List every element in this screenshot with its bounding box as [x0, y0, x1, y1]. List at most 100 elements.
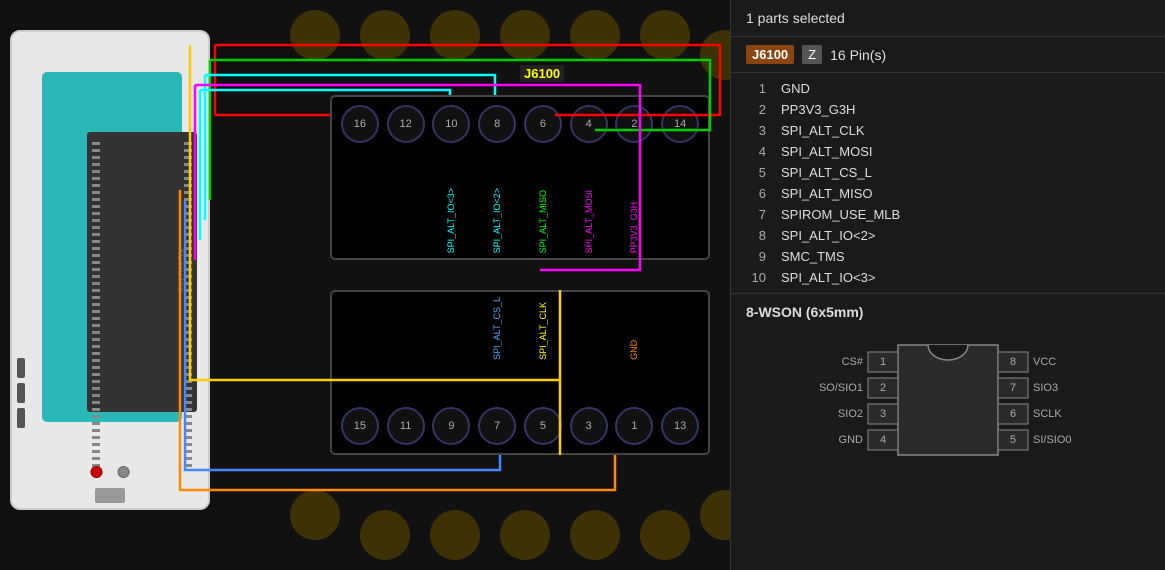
- bg-dot: [700, 490, 730, 540]
- led-red: [91, 466, 103, 478]
- list-item: 5 SPI_ALT_CS_L: [731, 162, 1165, 183]
- pin-name: SPIROM_USE_MLB: [781, 207, 900, 222]
- part-header: J6100 Z 16 Pin(s): [731, 37, 1165, 73]
- svg-text:3: 3: [880, 408, 886, 420]
- pin-15: 15: [341, 407, 379, 445]
- pin-name: GND: [781, 81, 810, 96]
- svg-text:GND: GND: [839, 434, 864, 446]
- chip-label: J6100: [520, 65, 564, 82]
- list-item: 7 SPIROM_USE_MLB: [731, 204, 1165, 225]
- svg-text:5: 5: [1010, 434, 1016, 446]
- bg-dot: [570, 10, 620, 60]
- pin-number: 1: [746, 81, 766, 96]
- pin-11: 11: [387, 407, 425, 445]
- pin-name: SPI_ALT_IO<3>: [781, 270, 875, 285]
- svg-text:SIO3: SIO3: [1033, 382, 1058, 394]
- pin-6: 6: [524, 105, 562, 143]
- list-item: 4 SPI_ALT_MOSI: [731, 141, 1165, 162]
- package-title: 8-WSON (6x5mm): [746, 304, 1150, 320]
- svg-text:6: 6: [1010, 408, 1016, 420]
- programmer-leds: [91, 466, 130, 478]
- pin-16: 16: [341, 105, 379, 143]
- pin-name: SPI_ALT_CLK: [781, 123, 865, 138]
- pin-12: 12: [387, 105, 425, 143]
- pin-number: 7: [746, 207, 766, 222]
- pin-name: SPI_ALT_MISO: [781, 186, 873, 201]
- ic-bottom-connector: SPI_ALT_CS_L SPI_ALT_CLK GND 15 11 9 7 5…: [330, 290, 710, 455]
- svg-text:CS#: CS#: [842, 356, 864, 368]
- pins-list: 1 GND 2 PP3V3_G3H 3 SPI_ALT_CLK 4 SPI_AL…: [731, 73, 1165, 293]
- bg-dot: [290, 10, 340, 60]
- pin-13: 13: [661, 407, 699, 445]
- bg-dot: [640, 510, 690, 560]
- list-item: 9 SMC_TMS: [731, 246, 1165, 267]
- svg-text:SIO2: SIO2: [838, 408, 863, 420]
- ic-top-connector: 16 12 10 8 6 4 2 14 SPI_ALT_IO<3> SPI_AL…: [330, 95, 710, 260]
- part-pins-label: 16 Pin(s): [830, 47, 886, 63]
- list-item: 3 SPI_ALT_CLK: [731, 120, 1165, 141]
- list-item: 8 SPI_ALT_IO<2>: [731, 225, 1165, 246]
- pin-8: 8: [478, 105, 516, 143]
- pin-1: 1: [615, 407, 653, 445]
- pin-number: 4: [746, 144, 766, 159]
- top-pin-labels: SPI_ALT_IO<3> SPI_ALT_IO<2> SPI_ALT_MISO…: [332, 188, 708, 253]
- bg-dot: [500, 10, 550, 60]
- bg-dot: [640, 10, 690, 60]
- pin-name: SPI_ALT_IO<2>: [781, 228, 875, 243]
- list-item: 2 PP3V3_G3H: [731, 99, 1165, 120]
- pin-14: 14: [661, 105, 699, 143]
- pin-number: 8: [746, 228, 766, 243]
- pin-4: 4: [570, 105, 608, 143]
- part-id-badge: J6100: [746, 45, 794, 64]
- pin-number: 6: [746, 186, 766, 201]
- pin-name: PP3V3_G3H: [781, 102, 855, 117]
- led-gray: [118, 466, 130, 478]
- list-item: 1 GND: [731, 78, 1165, 99]
- svg-text:7: 7: [1010, 382, 1016, 394]
- bg-dot: [500, 510, 550, 560]
- pin-number: 3: [746, 123, 766, 138]
- pin-9: 9: [432, 407, 470, 445]
- bg-dot: [700, 30, 730, 80]
- svg-text:SO/SIO1: SO/SIO1: [819, 382, 863, 394]
- bg-dot: [360, 510, 410, 560]
- svg-text:SI/SIO0: SI/SIO0: [1033, 434, 1072, 446]
- programmer-device: XGecu Pro G3N: [10, 30, 210, 510]
- list-item: 6 SPI_ALT_MISO: [731, 183, 1165, 204]
- pin-10: 10: [432, 105, 470, 143]
- usb-port: [95, 488, 125, 503]
- pin-number: 5: [746, 165, 766, 180]
- svg-text:8: 8: [1010, 356, 1016, 368]
- list-item: 10 SPI_ALT_IO<3>: [731, 267, 1165, 288]
- svg-text:4: 4: [880, 434, 886, 446]
- top-pins-row: 16 12 10 8 6 4 2 14: [332, 105, 708, 143]
- pin-number: 10: [746, 270, 766, 285]
- pin-number: 2: [746, 102, 766, 117]
- bottom-pin-labels: SPI_ALT_CS_L SPI_ALT_CLK GND: [332, 297, 708, 360]
- svg-text:2: 2: [880, 382, 886, 394]
- bg-dot: [360, 10, 410, 60]
- bg-dot: [570, 510, 620, 560]
- pin-7: 7: [478, 407, 516, 445]
- package-section: 8-WSON (6x5mm): [731, 293, 1165, 485]
- circuit-view: XGecu Pro G3N 16 12 10 8 6 4 2 14: [0, 0, 730, 570]
- svg-text:1: 1: [880, 356, 886, 368]
- part-z-badge: Z: [802, 45, 822, 64]
- programmer-body: [42, 72, 182, 422]
- pin-5: 5: [524, 407, 562, 445]
- svg-text:VCC: VCC: [1033, 356, 1056, 368]
- bg-dot: [290, 490, 340, 540]
- bottom-pins-row: 15 11 9 7 5 3 1 13: [332, 407, 708, 445]
- side-buttons: [17, 358, 25, 428]
- bg-dot: [430, 10, 480, 60]
- pin-name: SMC_TMS: [781, 249, 845, 264]
- pin-2: 2: [615, 105, 653, 143]
- right-panel: 1 parts selected J6100 Z 16 Pin(s) 1 GND…: [730, 0, 1165, 570]
- pin-name: SPI_ALT_CS_L: [781, 165, 872, 180]
- parts-selected-label: 1 parts selected: [731, 0, 1165, 37]
- svg-text:SCLK: SCLK: [1033, 408, 1062, 420]
- bg-dot: [430, 510, 480, 560]
- package-diagram: CS# SO/SIO1 SIO2 GND 1 2 3 4 8 7 6 5 VCC…: [746, 330, 1150, 475]
- pin-number: 9: [746, 249, 766, 264]
- package-svg: CS# SO/SIO1 SIO2 GND 1 2 3 4 8 7 6 5 VCC…: [808, 330, 1088, 475]
